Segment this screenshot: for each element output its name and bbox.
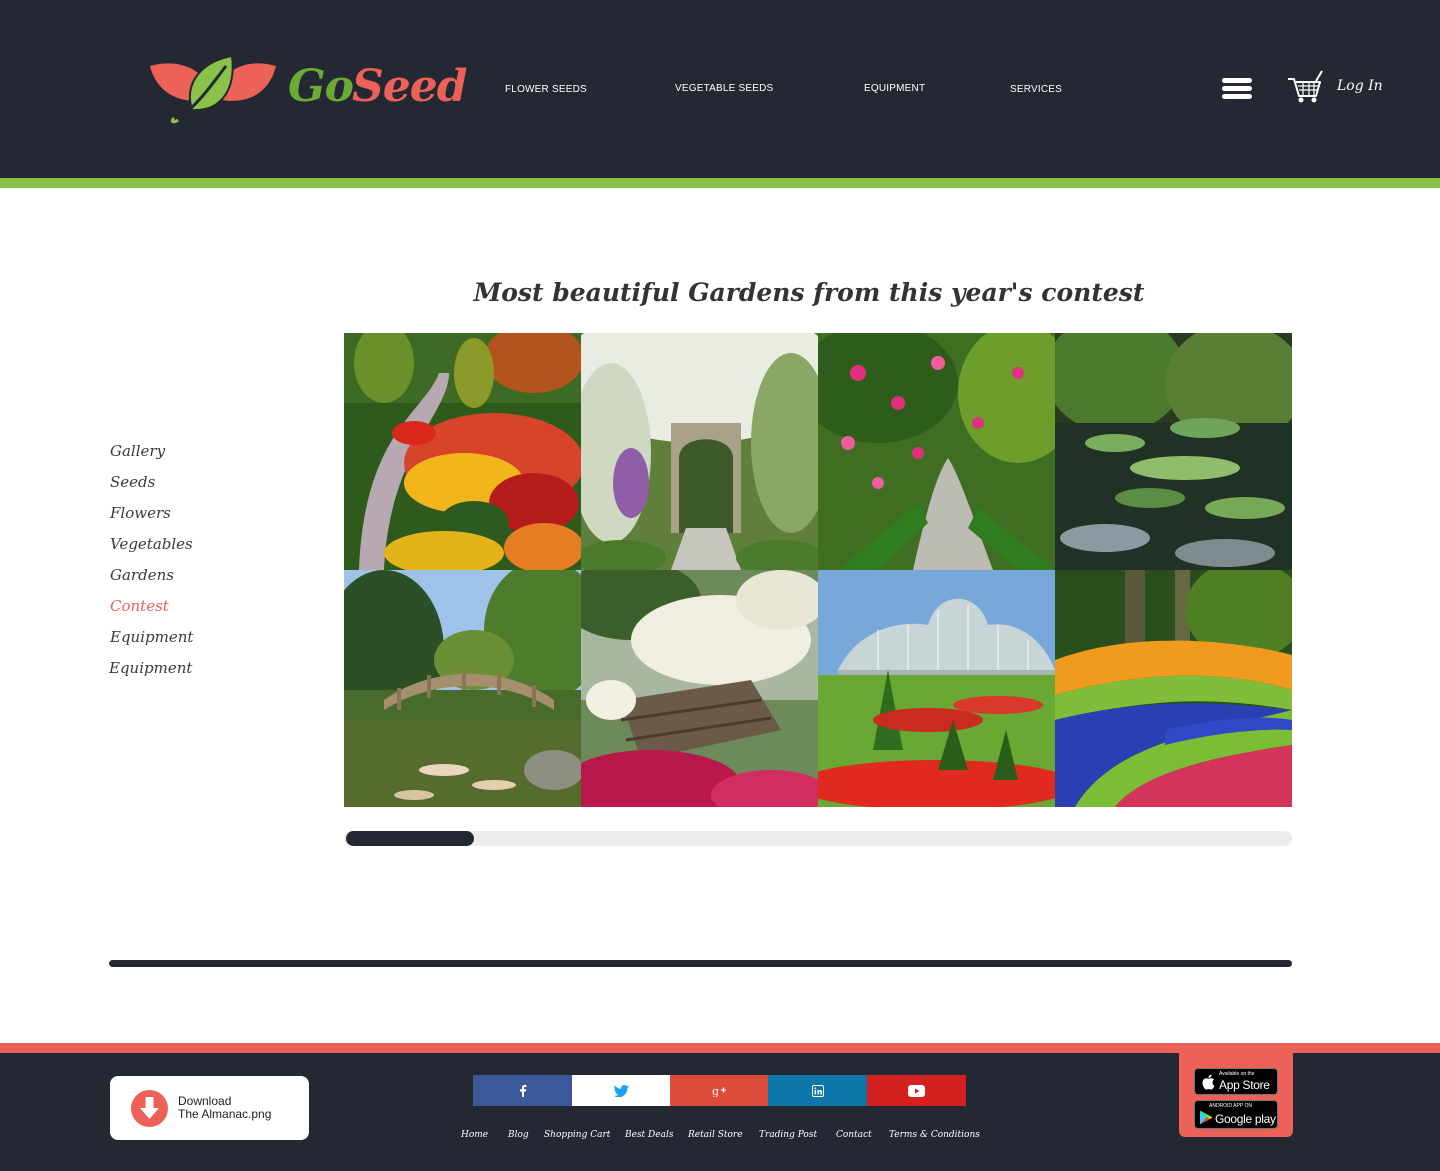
login-link[interactable]: Log In xyxy=(1337,78,1383,94)
youtube-icon xyxy=(908,1084,925,1097)
app-badges-panel: Available on the App Store ANDROID APP O… xyxy=(1179,1053,1293,1137)
gallery-scrollbar[interactable] xyxy=(344,831,1292,846)
footer-link-best-deals[interactable]: Best Deals xyxy=(625,1130,673,1140)
google-plus-button[interactable]: g xyxy=(670,1075,768,1106)
footer-link-blog[interactable]: Blog xyxy=(508,1130,529,1140)
gallery-image-2[interactable] xyxy=(581,333,818,570)
logo[interactable]: Go Seed xyxy=(148,54,468,126)
twitter-icon xyxy=(613,1084,629,1097)
nav-flower-seeds[interactable]: FLOWER SEEDS xyxy=(505,84,587,95)
section-divider xyxy=(109,960,1292,967)
google-play-big-text: Google play xyxy=(1215,1112,1276,1126)
garden-gallery xyxy=(344,333,1292,807)
sidebar-item-gardens[interactable]: Gardens xyxy=(110,565,174,585)
footer-link-terms[interactable]: Terms & Conditions xyxy=(889,1130,980,1140)
footer-link-shopping-cart[interactable]: Shopping Cart xyxy=(544,1130,610,1140)
sidebar-item-vegetables[interactable]: Vegetables xyxy=(110,534,193,554)
gallery-scrollbar-thumb[interactable] xyxy=(346,831,474,846)
sidebar-item-contest[interactable]: Contest xyxy=(110,596,169,616)
footer-stripe xyxy=(0,1043,1440,1053)
footer-link-trading-post[interactable]: Trading Post xyxy=(759,1130,817,1140)
sidebar-item-equipment-2[interactable]: Equipment xyxy=(109,658,192,678)
gallery-image-5[interactable] xyxy=(344,570,581,807)
gallery-image-7[interactable] xyxy=(818,570,1055,807)
google-plus-icon: g xyxy=(712,1085,726,1097)
facebook-icon xyxy=(519,1084,526,1097)
linkedin-icon xyxy=(811,1084,824,1097)
footer-link-contact[interactable]: Contact xyxy=(836,1130,872,1140)
logo-text-go: Go xyxy=(288,61,354,112)
gallery-image-4[interactable] xyxy=(1055,333,1292,570)
gallery-image-6[interactable] xyxy=(581,570,818,807)
app-store-badge[interactable]: Available on the App Store xyxy=(1194,1068,1278,1095)
download-arrow-icon xyxy=(131,1090,168,1127)
apple-icon xyxy=(1202,1074,1215,1090)
nav-services[interactable]: SERVICES xyxy=(1010,84,1062,95)
hamburger-menu-icon[interactable] xyxy=(1222,78,1252,100)
twitter-button[interactable] xyxy=(572,1075,670,1106)
sidebar-item-gallery[interactable]: Gallery xyxy=(110,441,165,461)
sidebar-item-equipment[interactable]: Equipment xyxy=(110,627,193,647)
nav-vegetable-seeds[interactable]: VEGETABLE SEEDS xyxy=(675,83,773,94)
gallery-image-3[interactable] xyxy=(818,333,1055,570)
facebook-button[interactable] xyxy=(473,1075,572,1106)
footer-link-retail-store[interactable]: Retail Store xyxy=(688,1130,743,1140)
download-almanac-button[interactable]: Download The Almanac.png xyxy=(110,1076,309,1140)
gallery-image-8[interactable] xyxy=(1055,570,1292,807)
app-store-big-text: App Store xyxy=(1219,1078,1270,1092)
header: Go Seed FLOWER SEEDS VEGETABLE SEEDS EQU… xyxy=(0,0,1440,178)
logo-text-seed: Seed xyxy=(352,61,468,112)
google-play-small-text: ANDROID APP ON xyxy=(1209,1103,1252,1109)
page-title: Most beautiful Gardens from this year's … xyxy=(473,278,1145,307)
shopping-cart-icon[interactable] xyxy=(1287,70,1323,104)
youtube-button[interactable] xyxy=(867,1075,966,1106)
google-play-badge[interactable]: ANDROID APP ON Google play xyxy=(1194,1100,1278,1129)
gallery-image-1[interactable] xyxy=(344,333,581,570)
nav-equipment[interactable]: EQUIPMENT xyxy=(864,83,925,94)
download-label-line2: The Almanac.png xyxy=(178,1107,272,1121)
google-play-icon xyxy=(1200,1110,1213,1125)
footer-link-home[interactable]: Home xyxy=(461,1130,488,1140)
header-stripe xyxy=(0,178,1440,188)
linkedin-button[interactable] xyxy=(768,1075,867,1106)
sidebar-item-seeds[interactable]: Seeds xyxy=(110,472,155,492)
sidebar-item-flowers[interactable]: Flowers xyxy=(110,503,171,523)
download-label: Download The Almanac.png xyxy=(178,1095,271,1121)
app-store-small-text: Available on the xyxy=(1219,1071,1255,1077)
leaf-logo-icon xyxy=(150,54,276,124)
svg-text:g: g xyxy=(712,1085,719,1097)
